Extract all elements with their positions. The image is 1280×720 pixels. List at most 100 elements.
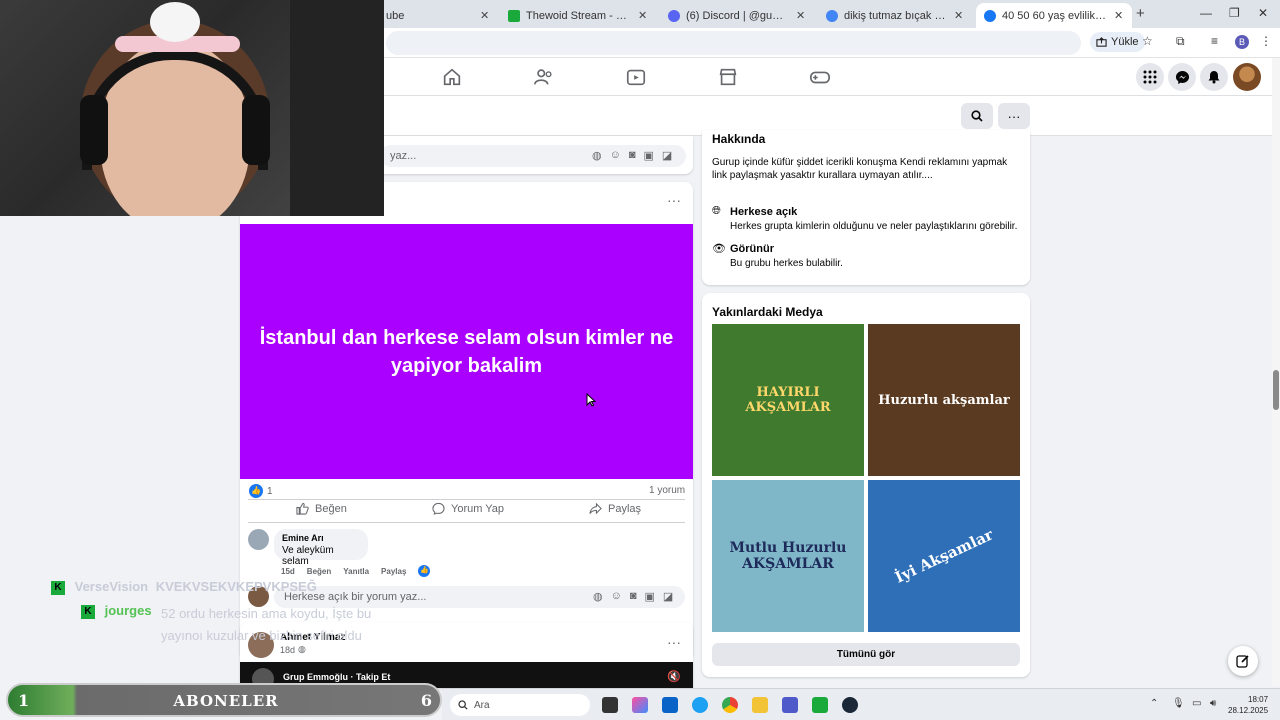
taskbar-clock[interactable]: 18:07 28.12.2025	[1228, 694, 1268, 716]
group-search-button[interactable]	[961, 103, 993, 129]
edge-icon[interactable]	[692, 697, 708, 713]
tab-title: (6) Discord | @gumburtu31	[686, 9, 790, 22]
tab-facebook-group[interactable]: 40 50 60 yaş evlilik grubu | Face ✕	[976, 3, 1132, 28]
task-view-icon[interactable]	[602, 697, 618, 713]
share-button[interactable]: Paylaş	[589, 502, 641, 515]
more-menu-icon[interactable]: ⋮	[1260, 34, 1272, 48]
media-tile[interactable]: İyi Akşamlar	[868, 480, 1020, 632]
tab-youtube[interactable]: ube ✕	[378, 3, 498, 28]
facebook-icon	[984, 9, 996, 22]
sticker-icon[interactable]: ◪	[662, 149, 672, 162]
subscriber-goal-bar: 1 ABONELER 6	[6, 683, 442, 717]
copilot-icon[interactable]	[632, 697, 648, 713]
messenger-button[interactable]	[1168, 63, 1196, 91]
media-tile[interactable]: Huzurlu akşamlar	[868, 324, 1020, 476]
taskbar-search[interactable]: Ara	[450, 694, 590, 716]
comment-button[interactable]: Yorum Yap	[432, 502, 504, 515]
compose-icon	[1236, 655, 1249, 668]
gif-icon[interactable]: ▣	[644, 149, 654, 162]
close-icon[interactable]: ✕	[796, 9, 806, 22]
like-button[interactable]: Beğen	[296, 502, 347, 515]
comment-bubble: Emine Arı Ve aleyküm selam	[274, 529, 368, 567]
eye-icon: 👁︎	[712, 243, 726, 255]
new-tab-button[interactable]: +	[1136, 5, 1145, 22]
comment-reply-link[interactable]: Yanıtla	[343, 567, 369, 576]
post-options-icon[interactable]: ···	[667, 634, 681, 650]
media-tile[interactable]: Mutlu Huzurlu AKŞAMLAR	[712, 480, 864, 632]
see-all-media-button[interactable]: Tümünü gör	[712, 643, 1020, 666]
address-bar[interactable]	[386, 31, 1081, 55]
post-image[interactable]: İstanbul dan herkese selam olsun kimler …	[240, 224, 693, 479]
sticker-icon[interactable]: ◪	[663, 590, 673, 603]
headset-earcup	[80, 95, 108, 165]
close-icon[interactable]: ✕	[1114, 9, 1124, 22]
mouse-cursor-icon	[586, 393, 596, 407]
new-message-button[interactable]	[1228, 646, 1258, 676]
media-tile[interactable]: HAYIRLI AKŞAMLAR	[712, 324, 864, 476]
minimize-icon[interactable]: —	[1200, 6, 1212, 20]
restore-icon[interactable]: ❐	[1229, 6, 1240, 20]
tab-google[interactable]: dikiş tutmaz bıçak - Google'da ✕	[818, 3, 972, 28]
media-grid: HAYIRLI AKŞAMLAR Huzurlu akşamlar Mutlu …	[712, 324, 1020, 632]
comment-share-link[interactable]: Paylaş	[381, 567, 406, 576]
extensions-icon[interactable]: ⧉	[1176, 34, 1185, 49]
media-tile-text: Huzurlu akşamlar	[878, 392, 1010, 408]
tab-title: ube	[386, 9, 405, 22]
gif-icon[interactable]: ▣	[645, 590, 655, 603]
scrollbar-thumb[interactable]	[1273, 370, 1279, 410]
comment-like-link[interactable]: Beğen	[307, 567, 331, 576]
close-icon[interactable]: ✕	[480, 9, 490, 22]
chat-username: VerseVision	[74, 579, 149, 594]
home-icon[interactable]	[441, 66, 463, 88]
bookmark-star-icon[interactable]: ☆	[1142, 34, 1153, 48]
profile-avatar[interactable]: B	[1235, 35, 1249, 49]
outlook-icon[interactable]	[662, 697, 678, 713]
account-avatar[interactable]	[1233, 63, 1261, 91]
marketplace-icon[interactable]	[717, 66, 739, 88]
privacy-public-title: Herkese açık	[730, 206, 798, 218]
comment-age[interactable]: 15d	[281, 567, 295, 576]
emoji-icon[interactable]: ☺	[610, 149, 621, 162]
close-icon[interactable]: ✕	[954, 9, 964, 22]
media-tile-text: İyi Akşamlar	[892, 525, 996, 587]
teams-icon[interactable]	[782, 697, 798, 713]
window-close-icon[interactable]: ✕	[1258, 6, 1268, 20]
emoji-icon[interactable]: ☺	[611, 590, 622, 603]
kick-icon	[508, 9, 520, 22]
commenter-avatar[interactable]	[248, 529, 269, 550]
video-title[interactable]: Grup Emmoğlu · Takip Et	[283, 672, 390, 682]
steam-icon[interactable]	[842, 697, 858, 713]
gaming-icon[interactable]	[809, 66, 831, 88]
comment-count[interactable]: 1 yorum	[649, 485, 685, 496]
like-reaction-icon: 👍	[249, 484, 263, 498]
group-more-button[interactable]: ···	[998, 103, 1030, 129]
comment-author[interactable]: Emine Arı	[282, 533, 360, 543]
display-icon[interactable]: ▭	[1192, 698, 1201, 709]
avatar-sticker-icon[interactable]: ◍	[592, 149, 602, 162]
kick-app-icon[interactable]	[812, 697, 828, 713]
post-image-text: İstanbul dan herkese selam olsun kimler …	[259, 326, 674, 377]
mute-icon[interactable]: 🔇	[667, 670, 681, 683]
avatar-sticker-icon[interactable]: ◍	[593, 590, 603, 603]
post-options-icon[interactable]: ···	[667, 192, 681, 208]
file-explorer-icon[interactable]	[752, 697, 768, 713]
microphone-icon[interactable]: 🎙︎	[1172, 698, 1185, 709]
chrome-icon[interactable]	[722, 697, 738, 713]
upload-button[interactable]: Yükle	[1090, 32, 1145, 52]
tab-thewoid[interactable]: Thewoid Stream - Watch Live o ✕	[500, 3, 656, 28]
close-icon[interactable]: ✕	[638, 9, 648, 22]
tray-overflow-icon[interactable]: ⌃	[1150, 698, 1158, 709]
messenger-icon	[1175, 70, 1189, 84]
notifications-button[interactable]	[1200, 63, 1228, 91]
thumbs-up-icon	[296, 502, 309, 515]
friends-icon[interactable]	[533, 66, 555, 88]
camera-icon[interactable]: ◙	[629, 149, 636, 162]
media-control-icon[interactable]: ≡	[1211, 34, 1218, 48]
tab-discord[interactable]: (6) Discord | @gumburtu31 ✕	[660, 3, 814, 28]
camera-icon[interactable]: ◙	[630, 590, 637, 603]
menu-grid-button[interactable]	[1136, 63, 1164, 91]
reaction-summary[interactable]: 👍 1	[249, 484, 273, 498]
comment-text: Ve aleyküm selam	[282, 545, 334, 567]
video-icon[interactable]	[625, 66, 647, 88]
volume-icon[interactable]: 🔊︎	[1210, 698, 1216, 709]
